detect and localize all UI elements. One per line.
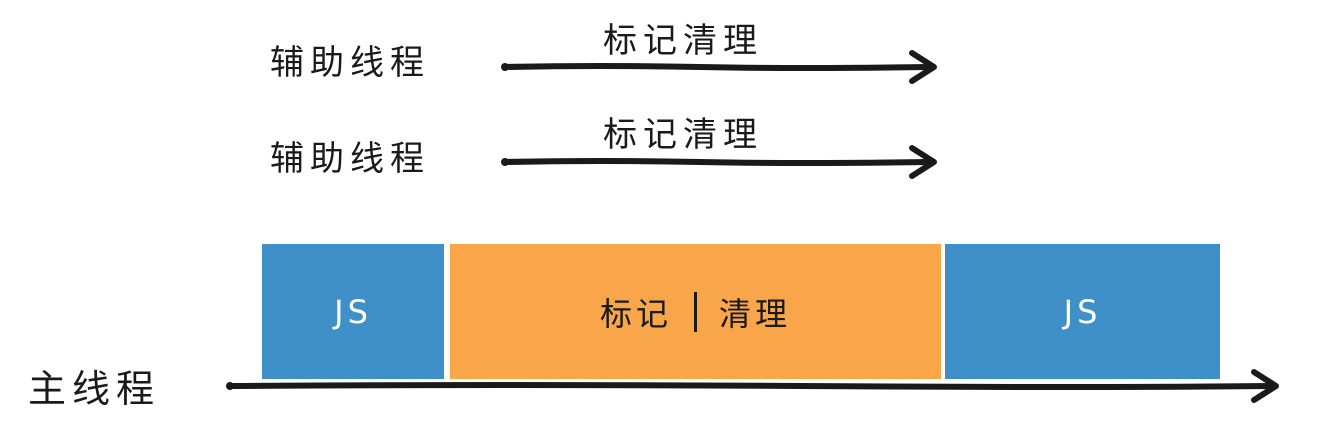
main-thread-arrow: [226, 369, 1279, 403]
thread-arrows: [226, 50, 1279, 403]
helper-thread-1-arrow: [501, 50, 937, 84]
helper-thread-2-arrow: [501, 145, 937, 179]
